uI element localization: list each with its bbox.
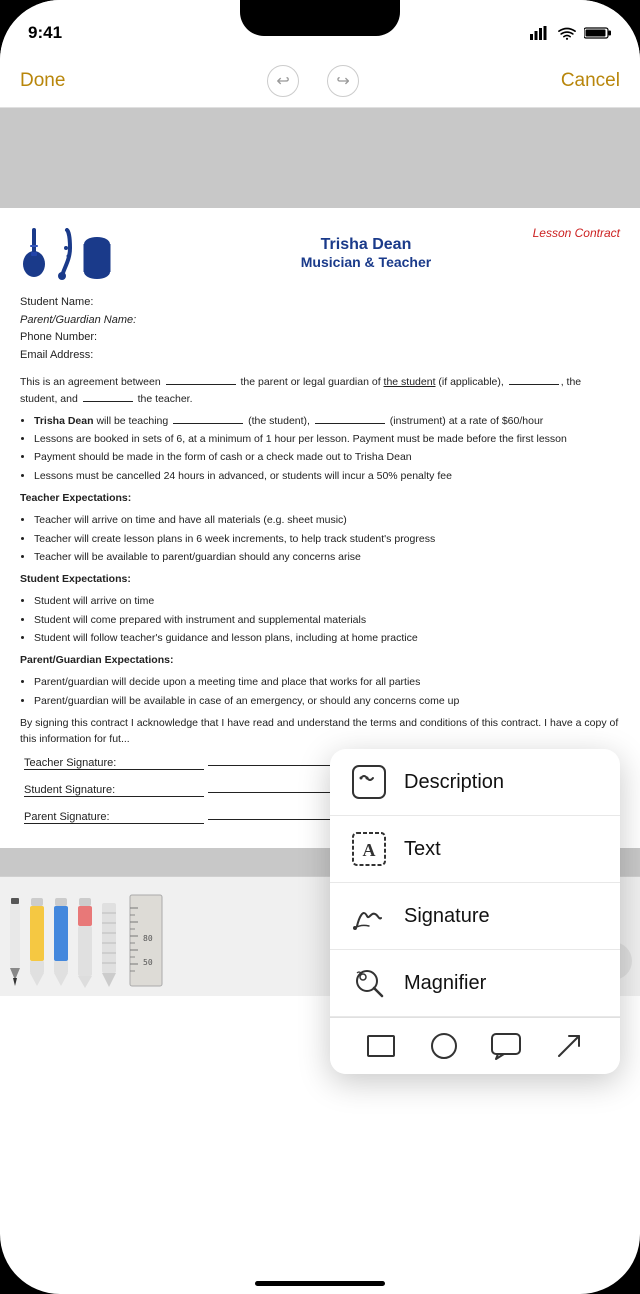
magnifier-icon xyxy=(350,964,388,1002)
bullet-3: Payment should be made in the form of ca… xyxy=(34,449,620,465)
phone-frame: 9:41 Done xyxy=(0,0,640,1294)
guitar-icon xyxy=(20,226,52,280)
description-label: Description xyxy=(404,771,504,794)
teacher-heading: Teacher Expectations: xyxy=(20,490,620,506)
guardian-name-field: Parent/Guardian Name: xyxy=(20,312,620,330)
parent-heading: Parent/Guardian Expectations: xyxy=(20,652,620,668)
teacher-bullets: Teacher will arrive on time and have all… xyxy=(34,512,620,565)
battery-icon xyxy=(584,26,612,40)
doc-title: Trisha Dean Musician & Teacher xyxy=(112,236,620,270)
signature-icon xyxy=(350,897,388,935)
saxophone-icon xyxy=(56,228,78,280)
wifi-icon xyxy=(558,26,576,40)
description-icon xyxy=(350,763,388,801)
main-bullets: Trisha Dean will be teaching (the studen… xyxy=(34,413,620,484)
parent-bullets: Parent/guardian will decide upon a meeti… xyxy=(34,674,620,709)
marker-blue-tool[interactable] xyxy=(52,888,70,988)
drum-icon xyxy=(82,236,112,280)
doc-label: Lesson Contract xyxy=(533,226,620,240)
circle-shape-button[interactable] xyxy=(426,1028,462,1064)
student-heading: Student Expectations: xyxy=(20,571,620,587)
toolbar-center: ↩ ↪ xyxy=(267,65,359,97)
doc-fields: Student Name: Parent/Guardian Name: Phon… xyxy=(20,294,620,364)
email-field: Email Address: xyxy=(20,347,620,365)
text-label: Text xyxy=(404,838,441,861)
cancel-button[interactable]: Cancel xyxy=(561,70,620,92)
texture-pencil-tool[interactable] xyxy=(100,888,118,988)
popup-item-description[interactable]: Description xyxy=(330,749,620,816)
done-button[interactable]: Done xyxy=(20,70,65,92)
undo-button[interactable]: ↩ xyxy=(267,65,299,97)
bullet-2: Lessons are booked in sets of 6, at a mi… xyxy=(34,431,620,447)
signing-paragraph: By signing this contract I acknowledge t… xyxy=(20,715,620,748)
status-icons xyxy=(530,26,612,40)
bullet-4: Lessons must be cancelled 24 hours in ad… xyxy=(34,468,620,484)
toolbar: Done ↩ ↪ Cancel xyxy=(0,54,640,108)
student-bullets: Student will arrive on time Student will… xyxy=(34,593,620,646)
marker-yellow-tool[interactable] xyxy=(28,888,46,988)
doc-header: Trisha Dean Musician & Teacher Lesson Co… xyxy=(20,226,620,280)
pencil-tool[interactable] xyxy=(8,888,22,988)
doc-top-gray xyxy=(0,108,640,208)
svg-text:50: 50 xyxy=(143,958,153,967)
signal-icon xyxy=(530,26,550,40)
bullet-1: Trisha Dean will be teaching (the studen… xyxy=(34,413,620,429)
notch xyxy=(240,0,400,36)
text-icon: A xyxy=(350,830,388,868)
shapes-row xyxy=(330,1017,620,1074)
status-time: 9:41 xyxy=(28,23,62,43)
phone-field: Phone Number: xyxy=(20,329,620,347)
svg-text:A: A xyxy=(363,840,376,860)
popup-menu: Description A Text Signature xyxy=(330,749,620,1074)
eraser-tool[interactable] xyxy=(76,888,94,988)
agreement-paragraph: This is an agreement between the parent … xyxy=(20,374,620,407)
popup-item-text[interactable]: A Text xyxy=(330,816,620,883)
signature-label: Signature xyxy=(404,905,490,928)
speech-shape-button[interactable] xyxy=(488,1028,524,1064)
instrument-icons xyxy=(20,226,112,280)
redo-button[interactable]: ↪ xyxy=(327,65,359,97)
home-indicator xyxy=(255,1281,385,1286)
doc-body: This is an agreement between the parent … xyxy=(20,374,620,747)
arrow-shape-button[interactable] xyxy=(551,1028,587,1064)
popup-item-signature[interactable]: Signature xyxy=(330,883,620,950)
popup-item-magnifier[interactable]: Magnifier xyxy=(330,950,620,1017)
doc-author-subtitle: Musician & Teacher xyxy=(112,254,620,270)
magnifier-label: Magnifier xyxy=(404,972,486,995)
svg-text:80: 80 xyxy=(143,934,153,943)
student-name-field: Student Name: xyxy=(20,294,620,312)
ruler-tool[interactable]: 80 50 xyxy=(128,888,164,988)
rectangle-shape-button[interactable] xyxy=(363,1028,399,1064)
